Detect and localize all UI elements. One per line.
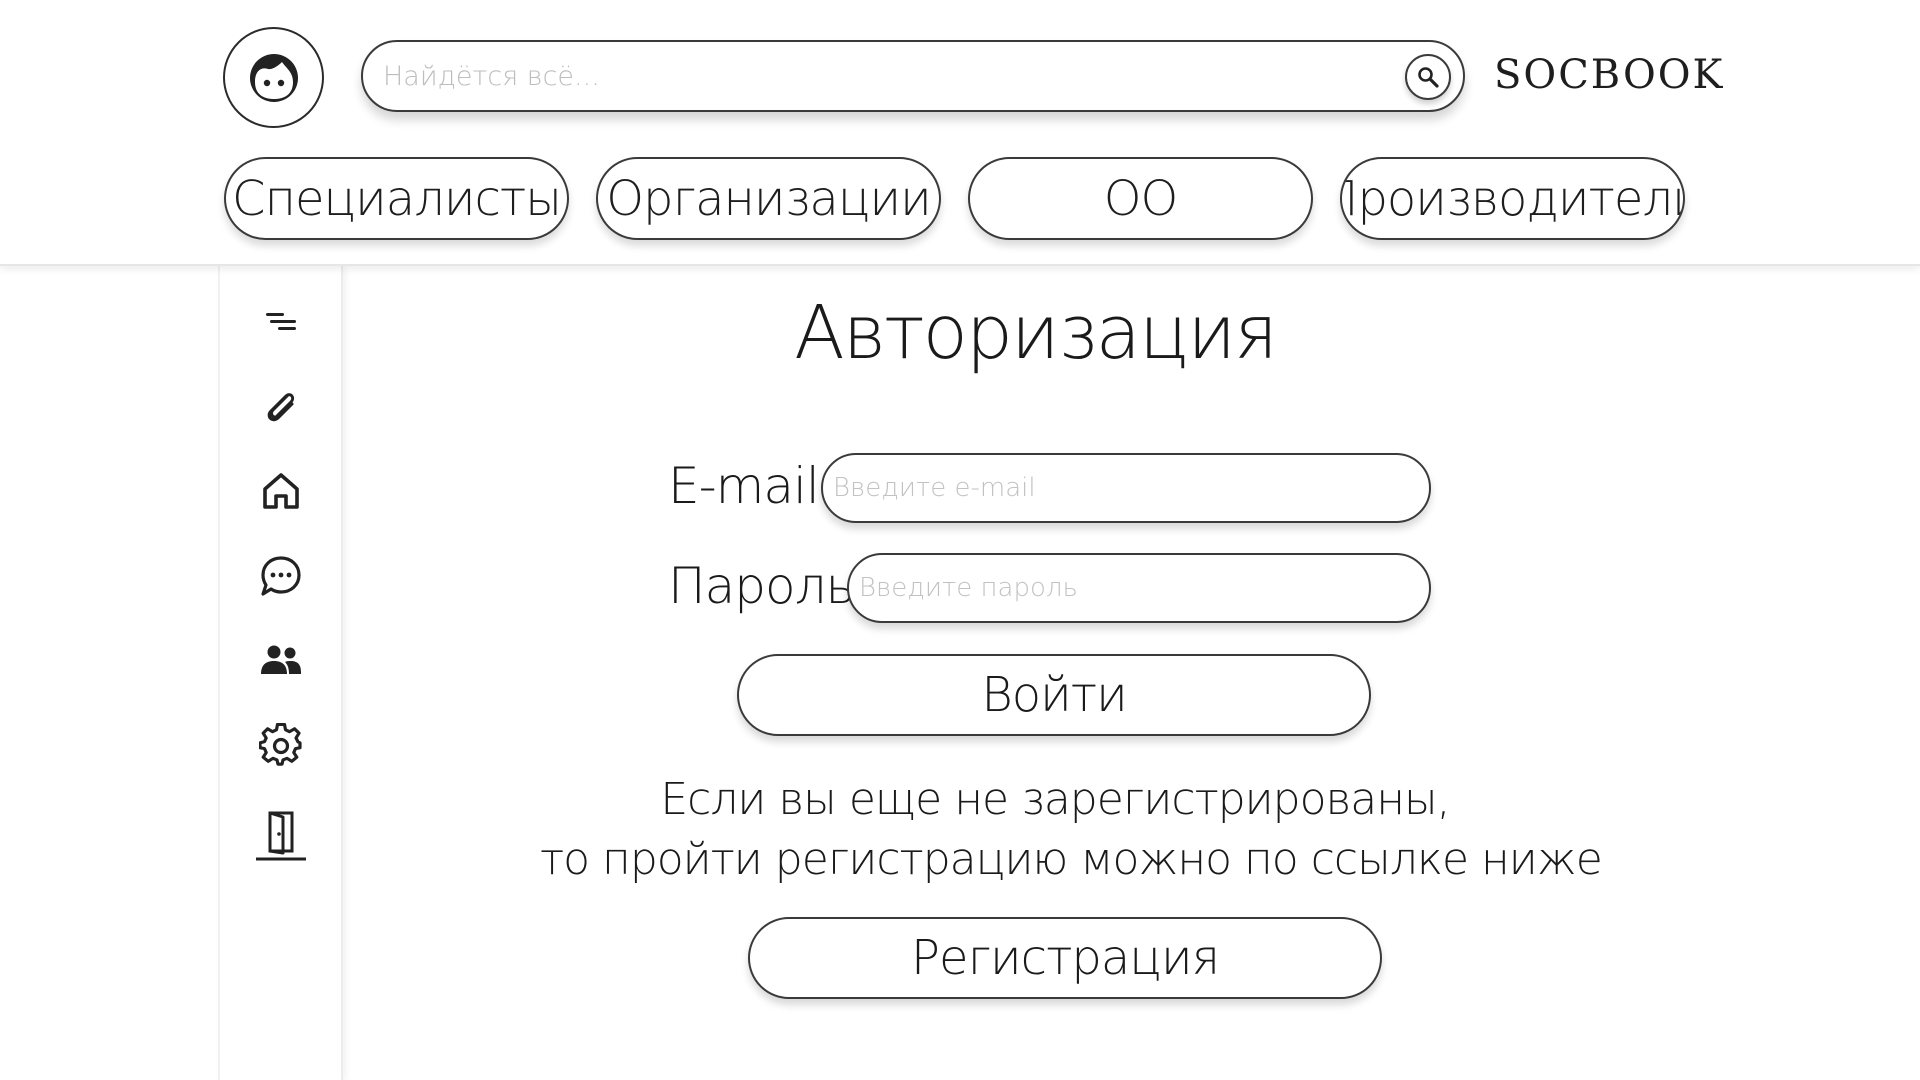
page-title: Авторизация: [794, 290, 1278, 376]
avatar[interactable]: [223, 27, 324, 128]
sidebar: [218, 266, 343, 1080]
sidebar-item-login[interactable]: [220, 801, 341, 871]
password-field[interactable]: [847, 553, 1431, 623]
registration-hint: Если вы еще не зарегистрированы, то прой…: [540, 770, 1603, 890]
sidebar-item-menu[interactable]: [220, 292, 341, 352]
sidebar-item-messages[interactable]: [220, 546, 341, 606]
category-organizations-button[interactable]: Организации: [596, 157, 941, 240]
search-bar: [361, 40, 1465, 112]
chat-bubble-icon: [260, 556, 301, 596]
login-button[interactable]: Войти: [737, 654, 1371, 736]
door-login-icon: [255, 811, 306, 861]
search-input[interactable]: [381, 42, 1361, 110]
gear-icon: [258, 723, 302, 766]
category-oo-button[interactable]: ОО: [968, 157, 1313, 240]
search-icon: [1418, 67, 1439, 88]
sidebar-item-attachments[interactable]: [220, 376, 341, 436]
paperclip-icon: [267, 393, 294, 422]
page: SOCBOOK Специалисты Организации ОО Произ…: [0, 0, 1920, 1080]
search-button[interactable]: [1405, 54, 1451, 100]
sidebar-item-settings[interactable]: [220, 715, 341, 775]
email-field[interactable]: [821, 453, 1431, 523]
user-face-icon: [249, 53, 298, 102]
registration-hint-line-2: то пройти регистрацию можно по ссылке ни…: [540, 834, 1603, 885]
register-button[interactable]: Регистрация: [748, 917, 1382, 999]
category-manufacturers-button[interactable]: Производители: [1340, 157, 1685, 240]
menu-lines-icon: [265, 313, 296, 330]
registration-hint-line-1: Если вы еще не зарегистрированы,: [660, 774, 1450, 825]
category-specialists-button[interactable]: Специалисты: [224, 157, 569, 240]
sidebar-item-home[interactable]: [220, 461, 341, 521]
sidebar-item-users[interactable]: [220, 630, 341, 690]
password-label: Пароль: [668, 557, 855, 615]
header: SOCBOOK Специалисты Организации ОО Произ…: [0, 0, 1920, 266]
brand-logo[interactable]: SOCBOOK: [1494, 52, 1722, 98]
users-icon: [260, 645, 301, 674]
email-label: E-mail: [668, 457, 820, 515]
home-icon: [262, 473, 299, 509]
